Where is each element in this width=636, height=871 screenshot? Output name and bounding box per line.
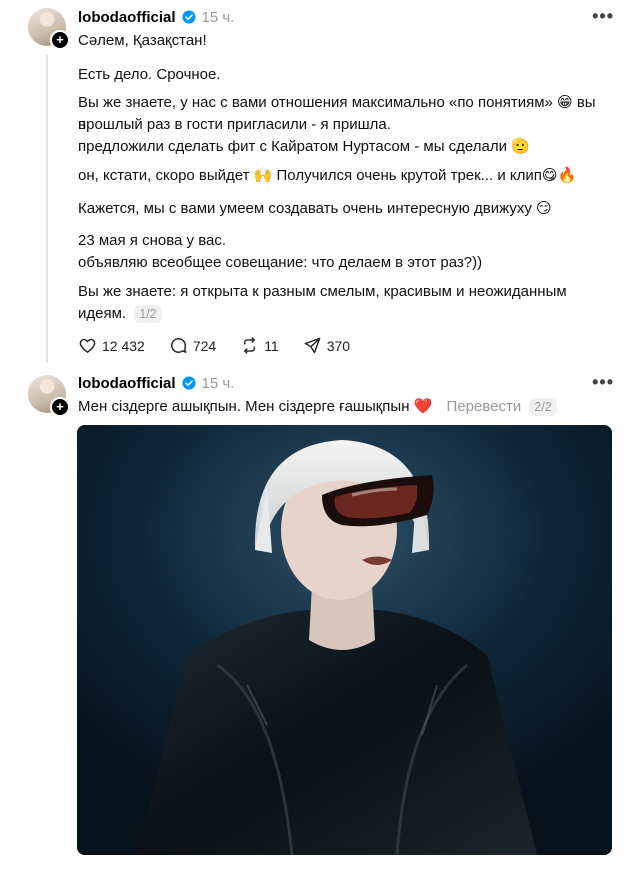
- post-text-row: Мен сіздерге ашықпын. Мен сіздерге ғашық…: [78, 396, 618, 418]
- post-text-line: объявляю всеобщее совещание: что делаем …: [78, 254, 483, 271]
- like-button[interactable]: 12 432: [78, 336, 145, 355]
- avatar[interactable]: +: [28, 375, 70, 417]
- more-options-icon[interactable]: •••: [592, 6, 614, 27]
- comment-button[interactable]: 724: [169, 336, 216, 355]
- action-bar: 12 432 724 11 370: [78, 336, 374, 355]
- photo-illustration: [77, 425, 612, 855]
- post-text-line: Кажется, мы с вами умеем создавать очень…: [78, 200, 552, 217]
- post-text-line: предложили сделать фит с Кайратом Нуртас…: [78, 138, 530, 155]
- post-text-line: идеям.: [78, 305, 127, 322]
- username[interactable]: lobodaofficial: [78, 9, 176, 26]
- post-text: Мен сіздерге ашықпын. Мен сіздерге ғашық…: [78, 398, 433, 415]
- avatar[interactable]: +: [28, 8, 70, 50]
- timestamp[interactable]: 15 ч.: [202, 9, 235, 26]
- share-button[interactable]: 370: [303, 336, 350, 355]
- translate-link[interactable]: Перевести: [447, 398, 522, 415]
- username[interactable]: lobodaofficial: [78, 375, 176, 392]
- follow-plus-icon[interactable]: +: [50, 397, 70, 417]
- more-options-icon[interactable]: •••: [592, 372, 614, 393]
- post-text-last: идеям. 1/2: [78, 303, 598, 325]
- thread-counter: 2/2: [529, 398, 557, 416]
- thread-counter: 1/2: [134, 305, 162, 323]
- heart-icon: [79, 338, 96, 353]
- verified-icon: [181, 376, 196, 390]
- post-text-line: он, кстати, скоро выйдет 🙌 Получился оче…: [78, 167, 577, 184]
- post-header: lobodaofficial 15 ч.: [78, 7, 234, 27]
- repost-icon: [244, 337, 256, 354]
- post-text-line: Вы же знаете: я открыта к разным смелым,…: [78, 283, 567, 300]
- timestamp[interactable]: 15 ч.: [202, 375, 235, 392]
- follow-plus-icon[interactable]: +: [50, 30, 70, 50]
- share-count: 370: [326, 337, 351, 354]
- post-photo[interactable]: [77, 425, 612, 855]
- like-count: 12 432: [102, 337, 145, 354]
- repost-count: 11: [264, 337, 279, 354]
- comment-icon: [170, 338, 187, 353]
- post-text-line: Есть дело. Срочное.: [78, 66, 221, 83]
- thread-line: [46, 55, 48, 363]
- post-header: lobodaofficial 15 ч.: [78, 373, 234, 393]
- post-text-line: 23 мая я снова у вас.: [78, 232, 227, 249]
- comment-count: 724: [192, 337, 217, 354]
- repost-button[interactable]: 11: [240, 336, 279, 355]
- verified-icon: [181, 10, 196, 24]
- share-icon: [304, 337, 321, 354]
- post-text-line: прошлый раз в гости пригласили - я пришл…: [78, 116, 391, 133]
- post-text-line: Сәлем, Қазақстан!: [78, 32, 207, 49]
